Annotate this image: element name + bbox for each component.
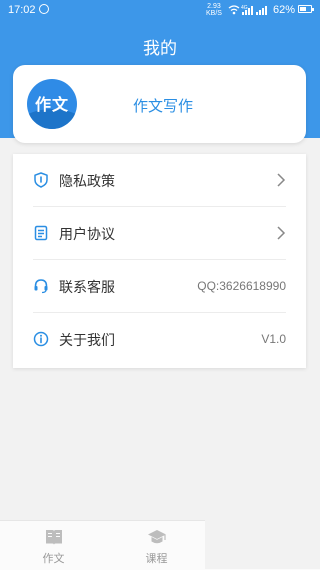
info-icon [33,331,49,347]
alarm-icon [39,4,49,14]
battery-percent: 62% [273,4,296,16]
headset-icon [34,279,48,294]
menu-item-label: 用户协议 [59,227,115,243]
menu-item-label: 联系客服 [59,280,115,296]
book-icon [46,530,62,545]
customer-service-qq: QQ:3626618990 [197,279,286,293]
menu-item-label: 隐私政策 [59,174,115,190]
avatar-text: 作文 [34,95,69,114]
app-name: 作文写作 [133,97,194,115]
chevron-right-icon [277,173,286,187]
network-speed: 2.93 KB/S [206,3,222,17]
battery-fill [300,7,306,11]
graduation-cap-icon [148,530,166,544]
page-title: 我的 [143,39,177,59]
tab-course[interactable]: 课程 [103,521,210,570]
settings-menu: 隐私政策 用户协议 联系客服 QQ:3626618990 关于我们 V1.0 [13,154,306,368]
status-bar: 17:02 2.93 KB/S 4G 62% [0,0,320,22]
tab-placeholder [205,520,320,569]
chevron-right-icon [277,226,286,240]
wifi-icon [228,5,240,15]
menu-item-label: 关于我们 [59,333,115,349]
network-speed-value: 2.93 [207,3,221,10]
menu-item-customer-service[interactable]: 联系客服 QQ:3626618990 [13,260,306,313]
status-time: 17:02 [8,4,36,16]
profile-card[interactable]: 作文 作文写作 [13,65,306,143]
tab-label: 课程 [145,552,168,565]
shield-icon [34,172,48,188]
tab-label: 作文 [42,552,65,565]
tab-essay[interactable]: 作文 [0,521,107,570]
menu-item-user-agreement[interactable]: 用户协议 [13,207,306,260]
avatar: 作文 [27,79,77,129]
app-version: V1.0 [261,332,286,346]
document-icon [34,225,48,241]
menu-item-privacy-policy[interactable]: 隐私政策 [13,154,306,207]
menu-item-about-us[interactable]: 关于我们 V1.0 [13,313,306,366]
network-speed-unit: KB/S [206,10,222,17]
signal-wifi-icons: 4G [228,5,267,15]
battery-icon [298,5,314,13]
